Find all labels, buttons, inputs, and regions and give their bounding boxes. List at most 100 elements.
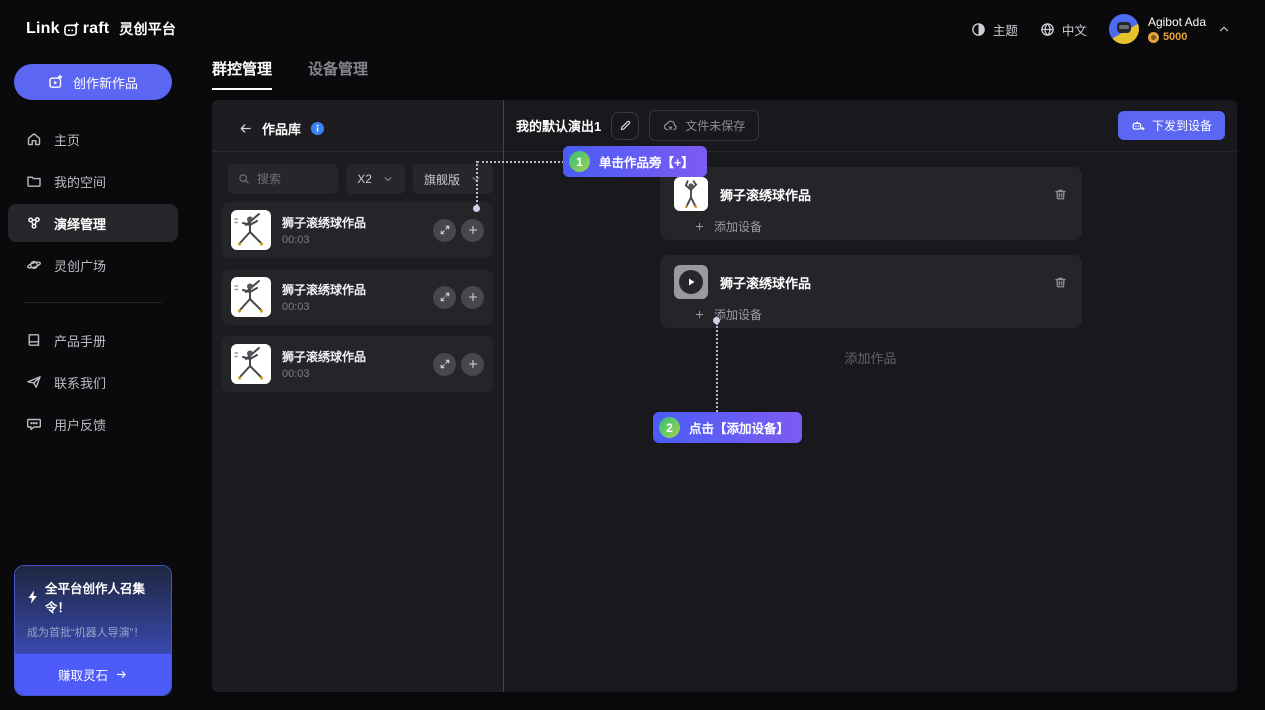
- library-item[interactable]: 狮子滚绣球作品 00:03: [222, 269, 493, 325]
- app-window: Link raft 灵创平台 创作新作品 主页 我的空间: [0, 0, 1265, 710]
- logo-text-pre: Link: [26, 20, 60, 38]
- play-icon: [679, 270, 703, 294]
- chat-bubble-icon: [26, 416, 42, 432]
- sidebar-item-performance-management[interactable]: 演绎管理: [8, 204, 178, 242]
- connector-line: [477, 161, 564, 163]
- expand-button[interactable]: [433, 353, 456, 376]
- sidebar-item-label: 主页: [54, 130, 80, 149]
- chevron-up-icon: [1217, 22, 1231, 36]
- trash-icon[interactable]: [1053, 187, 1068, 202]
- sidebar-item-user-feedback[interactable]: 用户反馈: [8, 405, 178, 443]
- add-work-hint: 添加作品: [504, 348, 1237, 367]
- show-work-card[interactable]: 狮子滚绣球作品 添加设备: [660, 167, 1082, 240]
- main-area: 主题 中文 Agibot Ada 5000 群控管理 设备管理: [186, 0, 1265, 710]
- connector-dot: [473, 205, 480, 212]
- coin-balance: 5000: [1163, 31, 1187, 43]
- tooltip-step-2: 2 点击【添加设备】: [653, 412, 802, 443]
- create-work-button[interactable]: 创作新作品: [14, 64, 172, 100]
- logo-suffix: 灵创平台: [119, 19, 176, 39]
- search-box: [228, 164, 338, 194]
- work-duration: 00:03: [282, 234, 422, 246]
- app-logo: Link raft 灵创平台: [0, 0, 186, 58]
- promo-card: 全平台创作人召集令！ 成为首批“机器人导演”！ 赚取灵石: [14, 565, 172, 696]
- library-title: 作品库: [262, 119, 301, 138]
- deploy-to-devices-button[interactable]: 下发到设备: [1118, 111, 1225, 140]
- sidebar-item-label: 我的空间: [54, 172, 106, 191]
- deploy-label: 下发到设备: [1152, 117, 1212, 134]
- search-icon: [237, 172, 251, 186]
- folder-icon: [26, 173, 42, 189]
- add-device-button[interactable]: 添加设备: [694, 218, 1068, 235]
- edition-dropdown[interactable]: 旗舰版: [413, 164, 493, 194]
- edit-title-button[interactable]: [611, 112, 639, 140]
- create-icon: [48, 74, 64, 90]
- add-to-show-button[interactable]: [461, 353, 484, 376]
- sidebar-item-label: 产品手册: [54, 331, 106, 350]
- expand-button[interactable]: [433, 219, 456, 242]
- plus-icon: [694, 309, 705, 320]
- coin-icon: [1148, 32, 1159, 43]
- theme-toggle[interactable]: 主题: [971, 20, 1018, 39]
- show-title: 我的默认演出1: [516, 116, 601, 135]
- search-input[interactable]: [257, 172, 329, 186]
- lightning-icon: [27, 590, 39, 604]
- edition-value: 旗舰版: [424, 171, 460, 188]
- chevron-down-icon: [382, 173, 394, 185]
- theme-label: 主题: [993, 20, 1018, 39]
- connector-line: [476, 161, 478, 206]
- connector-line: [716, 323, 718, 412]
- logo-text-post: raft: [83, 20, 110, 38]
- tab-device-management[interactable]: 设备管理: [308, 58, 368, 90]
- expand-button[interactable]: [433, 286, 456, 309]
- add-device-label: 添加设备: [714, 306, 762, 323]
- work-thumbnail-video: [674, 265, 708, 299]
- sidebar: Link raft 灵创平台 创作新作品 主页 我的空间: [0, 0, 186, 710]
- library-item[interactable]: 狮子滚绣球作品 00:03: [222, 202, 493, 258]
- promo-title-text: 全平台创作人召集令！: [45, 578, 159, 616]
- work-thumbnail: [231, 277, 271, 317]
- speed-dropdown[interactable]: X2: [346, 164, 405, 194]
- step-number-badge: 2: [659, 417, 680, 438]
- tooltip-step-1: 1 单击作品旁【+】: [563, 146, 707, 177]
- user-menu[interactable]: Agibot Ada 5000: [1109, 14, 1231, 44]
- earn-gems-button[interactable]: 赚取灵石: [15, 654, 171, 695]
- sidebar-item-home[interactable]: 主页: [8, 120, 178, 158]
- sidebar-nav: 主页 我的空间 演绎管理 灵创广场 产品手册 联系我们: [0, 120, 186, 443]
- create-label: 创作新作品: [73, 73, 138, 92]
- globe-icon: [1040, 22, 1055, 37]
- works-library-panel: 作品库 X2 旗舰版: [212, 100, 504, 692]
- save-status-badge: 文件未保存: [649, 110, 759, 141]
- language-label: 中文: [1062, 20, 1087, 39]
- show-canvas: 我的默认演出1 文件未保存 下发到设备: [504, 100, 1237, 692]
- add-device-button[interactable]: 添加设备: [694, 306, 1068, 323]
- add-to-show-button[interactable]: [461, 286, 484, 309]
- sidebar-item-my-space[interactable]: 我的空间: [8, 162, 178, 200]
- info-icon[interactable]: [310, 121, 325, 136]
- work-title: 狮子滚绣球作品: [282, 281, 422, 298]
- promo-subtitle: 成为首批“机器人导演”！: [27, 624, 159, 640]
- add-to-show-button[interactable]: [461, 219, 484, 242]
- sidebar-item-plaza[interactable]: 灵创广场: [8, 246, 178, 284]
- add-device-label: 添加设备: [714, 218, 762, 235]
- sidebar-item-label: 用户反馈: [54, 415, 106, 434]
- back-button[interactable]: [238, 121, 253, 136]
- show-work-card[interactable]: 狮子滚绣球作品 添加设备: [660, 255, 1082, 328]
- library-item[interactable]: 狮子滚绣球作品 00:03: [222, 336, 493, 392]
- work-thumbnail: [231, 210, 271, 250]
- work-duration: 00:03: [282, 368, 422, 380]
- tab-group-control[interactable]: 群控管理: [212, 58, 272, 90]
- work-title: 狮子滚绣球作品: [282, 214, 422, 231]
- library-item-list: 狮子滚绣球作品 00:03 狮子滚绣球作品: [212, 194, 503, 392]
- top-bar: 主题 中文 Agibot Ada 5000: [186, 0, 1265, 58]
- sidebar-item-contact-us[interactable]: 联系我们: [8, 363, 178, 401]
- group-nodes-icon: [26, 215, 42, 231]
- sidebar-item-label: 灵创广场: [54, 256, 106, 275]
- trash-icon[interactable]: [1053, 275, 1068, 290]
- sidebar-item-label: 联系我们: [54, 373, 106, 392]
- work-title: 狮子滚绣球作品: [720, 185, 811, 204]
- speed-value: X2: [357, 172, 372, 186]
- work-thumbnail: [231, 344, 271, 384]
- sidebar-item-product-manual[interactable]: 产品手册: [8, 321, 178, 359]
- language-switcher[interactable]: 中文: [1040, 20, 1087, 39]
- content-panel: 作品库 X2 旗舰版: [212, 100, 1237, 692]
